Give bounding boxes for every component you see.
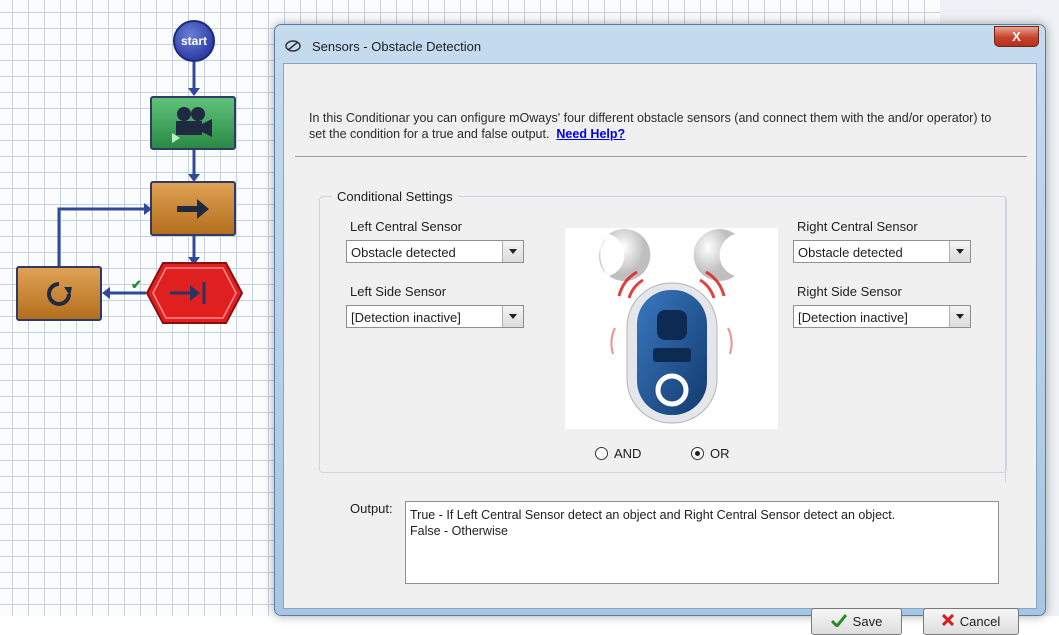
right-side-select[interactable]: [Detection inactive] bbox=[793, 305, 971, 328]
dialog-title-bar[interactable]: Sensors - Obstacle Detection X bbox=[275, 25, 1045, 62]
close-button[interactable]: X bbox=[994, 26, 1039, 47]
chevron-down-icon[interactable] bbox=[949, 241, 970, 262]
left-central-label: Left Central Sensor bbox=[350, 219, 463, 234]
video-camera-icon bbox=[152, 98, 234, 148]
dialog-client-area: In this Conditionar you can onfigure mOw… bbox=[283, 63, 1037, 635]
group-title: Conditional Settings bbox=[332, 189, 458, 204]
save-button[interactable]: Save bbox=[811, 608, 902, 635]
left-side-value: [Detection inactive] bbox=[351, 310, 461, 325]
and-label: AND bbox=[614, 446, 642, 461]
right-side-value: [Detection inactive] bbox=[798, 310, 908, 325]
left-side-select[interactable]: [Detection inactive] bbox=[346, 305, 524, 328]
or-radio-dot[interactable] bbox=[691, 447, 704, 460]
moway-robot-image bbox=[565, 228, 778, 429]
output-label: Output: bbox=[350, 501, 393, 516]
chevron-down-icon[interactable] bbox=[502, 241, 523, 262]
start-node[interactable]: start bbox=[173, 20, 215, 62]
left-central-select[interactable]: Obstacle detected bbox=[346, 240, 524, 263]
camera-block[interactable] bbox=[150, 96, 236, 150]
and-radio-dot[interactable] bbox=[595, 447, 608, 460]
operator-and-radio[interactable]: AND bbox=[595, 446, 641, 461]
sensor-app-icon bbox=[285, 39, 301, 56]
right-central-value: Obstacle detected bbox=[798, 245, 903, 260]
left-side-label: Left Side Sensor bbox=[350, 284, 447, 299]
or-label: OR bbox=[710, 446, 730, 461]
right-side-label: Right Side Sensor bbox=[797, 284, 902, 299]
chevron-down-icon[interactable] bbox=[502, 306, 523, 327]
right-central-select[interactable]: Obstacle detected bbox=[793, 240, 971, 263]
operator-or-radio[interactable]: OR bbox=[691, 446, 730, 461]
arrow-right-icon bbox=[152, 183, 234, 234]
output-false-line: False - Otherwise bbox=[410, 524, 508, 538]
true-branch-check-icon: ✔ bbox=[131, 277, 142, 292]
group-right-edge bbox=[1005, 196, 1006, 482]
move-block[interactable] bbox=[150, 181, 236, 236]
repeat-block[interactable] bbox=[16, 266, 102, 321]
dialog-title: Sensors - Obstacle Detection bbox=[312, 39, 482, 54]
sensors-dialog: Sensors - Obstacle Detection X In this C… bbox=[274, 24, 1046, 635]
output-textbox[interactable]: True - If Left Central Sensor detect an … bbox=[405, 501, 999, 584]
connector-repeat-loop bbox=[57, 207, 146, 266]
loop-icon bbox=[18, 268, 100, 319]
output-true-line: True - If Left Central Sensor detect an … bbox=[410, 508, 896, 522]
chevron-down-icon[interactable] bbox=[949, 306, 970, 327]
intro-separator bbox=[295, 156, 1027, 157]
intro-text: In this Conditionar you can onfigure mOw… bbox=[309, 110, 1009, 142]
checkmark-icon bbox=[830, 613, 847, 630]
right-central-label: Right Central Sensor bbox=[797, 219, 918, 234]
cancel-button[interactable]: Cancel bbox=[923, 608, 1019, 635]
intro-description: In this Conditionar you can onfigure mOw… bbox=[309, 111, 992, 141]
left-central-value: Obstacle detected bbox=[351, 245, 456, 260]
need-help-link[interactable]: Need Help? bbox=[556, 127, 625, 141]
